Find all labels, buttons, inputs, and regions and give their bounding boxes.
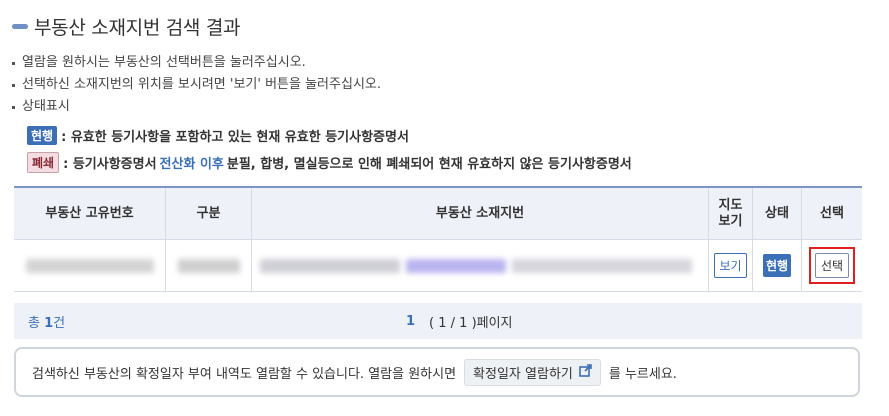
table-header: 부동산 고유번호 구분 부동산 소재지번 지도 보기 상태 선택: [14, 188, 862, 240]
pagination-bar: 총 1건 1 ( 1 / 1 )페이지: [14, 303, 862, 339]
instruction-item: 상태표시: [12, 96, 381, 118]
title-bar-icon: [12, 23, 28, 29]
header-status: 상태: [753, 188, 802, 239]
select-highlight: 선택: [808, 247, 856, 284]
redacted-address-part: [406, 258, 506, 273]
closed-description-pre: : 등기사항증명서: [63, 156, 157, 172]
map-view-button[interactable]: 보기: [714, 253, 747, 278]
header-unique-no: 부동산 고유번호: [14, 188, 166, 239]
page-title-text: 부동산 소재지번 검색 결과: [34, 16, 241, 39]
instruction-item: 선택하신 소재지번의 위치를 보시려면 '보기' 버튼을 눌러주십시오.: [12, 74, 381, 96]
page-link-current[interactable]: 1: [406, 314, 415, 329]
current-description: : 유효한 등기사항을 포함하고 있는 현재 유효한 등기사항증명서: [61, 129, 409, 145]
closed-description-highlight: 전산화 이후: [159, 156, 224, 172]
instruction-text: 상태표시: [22, 99, 70, 114]
select-button[interactable]: 선택: [814, 253, 850, 278]
instructions-list: 열람을 원하시는 부동산의 선택버튼을 눌러주십시오. 선택하신 소재지번의 위…: [12, 52, 381, 118]
total-number: 1: [44, 315, 54, 331]
results-table: 부동산 고유번호 구분 부동산 소재지번 지도 보기 상태 선택 보기 현행 선…: [14, 186, 862, 292]
closed-badge: 폐쇄: [27, 151, 60, 173]
total-count: 총 1건: [28, 312, 65, 331]
legend-current: 현행 : 유효한 등기사항을 포함하고 있는 현재 유효한 등기사항증명서: [27, 124, 409, 146]
bullet-icon: [12, 105, 15, 109]
confirm-date-view-label: 확정일자 열람하기: [473, 366, 573, 382]
current-badge: 현행: [27, 125, 58, 145]
confirm-date-notice: 검색하신 부동산의 확정일자 부여 내역도 열람할 수 있습니다. 열람을 원하…: [14, 347, 860, 397]
notice-text-pre: 검색하신 부동산의 확정일자 부여 내역도 열람할 수 있습니다. 열람을 원하…: [32, 366, 457, 382]
notice-text-post: 를 누르세요.: [608, 366, 677, 382]
total-prefix: 총: [28, 315, 40, 331]
status-badge: 현행: [762, 254, 792, 277]
header-map-view: 지도 보기: [709, 188, 753, 239]
redacted-category: [177, 258, 240, 273]
total-suffix: 건: [53, 315, 66, 331]
table-row: 보기 현행 선택: [14, 240, 862, 292]
redacted-address-part: [260, 258, 400, 273]
bullet-icon: [12, 61, 15, 65]
page-info: 1 ( 1 / 1 )페이지: [406, 312, 513, 331]
external-link-icon: [579, 363, 592, 381]
confirm-date-view-button[interactable]: 확정일자 열람하기: [464, 358, 601, 386]
address-cell: [252, 240, 709, 291]
redacted-unique-no: [25, 258, 154, 273]
instruction-text: 열람을 원하시는 부동산의 선택버튼을 눌러주십시오.: [22, 55, 306, 70]
page-summary: ( 1 / 1 )페이지: [429, 315, 513, 331]
page-title: 부동산 소재지번 검색 결과: [12, 12, 241, 40]
header-select: 선택: [820, 205, 844, 221]
header-address: 부동산 소재지번: [252, 188, 709, 239]
instruction-item: 열람을 원하시는 부동산의 선택버튼을 눌러주십시오.: [12, 52, 381, 74]
select-cell: 선택: [802, 240, 862, 291]
status-cell: 현행: [753, 240, 802, 291]
bullet-icon: [12, 83, 15, 87]
map-view-cell: 보기: [709, 240, 753, 291]
closed-description-post: 분필, 합병, 멸실등으로 인해 폐쇄되어 현재 유효하지 않은 등기사항증명서: [226, 156, 632, 172]
header-category: 구분: [166, 188, 252, 239]
instruction-text: 선택하신 소재지번의 위치를 보시려면 '보기' 버튼을 눌러주십시오.: [22, 77, 381, 92]
redacted-address-part: [512, 258, 692, 273]
legend-closed: 폐쇄 : 등기사항증명서 전산화 이후 분필, 합병, 멸실등으로 인해 폐쇄되…: [27, 151, 632, 173]
category-cell: [166, 240, 252, 291]
unique-no-cell: [14, 240, 166, 291]
